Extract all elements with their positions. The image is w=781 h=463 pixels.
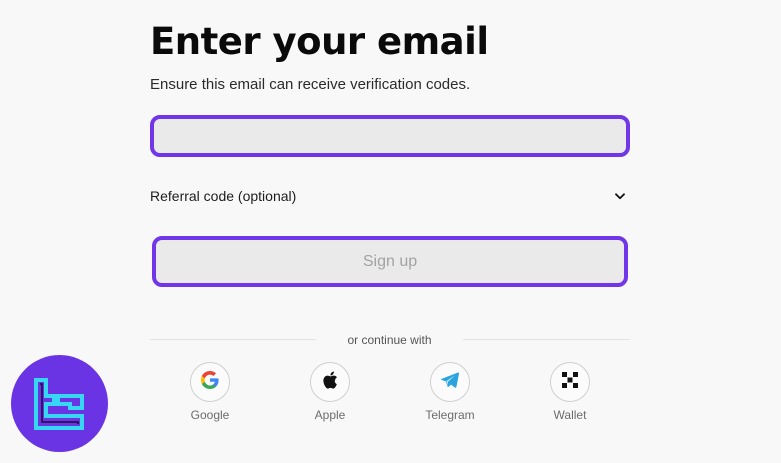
wallet-button[interactable] (550, 362, 590, 402)
divider-line-right (463, 339, 630, 340)
wallet-icon (562, 371, 578, 393)
apple-label: Apple (314, 408, 346, 422)
google-button[interactable] (190, 362, 230, 402)
referral-code-label: Referral code (optional) (150, 188, 297, 204)
chevron-down-icon (614, 190, 626, 202)
divider-text: or continue with (347, 333, 432, 347)
signup-page: Enter your email Ensure this email can r… (0, 0, 781, 463)
email-field[interactable] (150, 115, 630, 157)
apple-icon (322, 371, 338, 394)
telegram-login[interactable]: Telegram (410, 362, 490, 422)
google-label: Google (190, 408, 230, 422)
brand-logo-mark (33, 377, 84, 430)
page-subtitle: Ensure this email can receive verificati… (150, 76, 471, 93)
sign-up-button[interactable]: Sign up (152, 236, 628, 287)
telegram-icon (441, 371, 460, 393)
divider-line-left (150, 339, 316, 340)
telegram-button[interactable] (430, 362, 470, 402)
apple-login[interactable]: Apple (290, 362, 370, 422)
wallet-label: Wallet (553, 408, 587, 422)
google-icon (201, 370, 219, 394)
referral-code-toggle[interactable]: Referral code (optional) (150, 185, 630, 207)
telegram-label: Telegram (425, 408, 475, 422)
google-login[interactable]: Google (170, 362, 250, 422)
wallet-login[interactable]: Wallet (530, 362, 610, 422)
brand-logo (11, 355, 108, 452)
page-title: Enter your email (150, 20, 489, 63)
apple-button[interactable] (310, 362, 350, 402)
